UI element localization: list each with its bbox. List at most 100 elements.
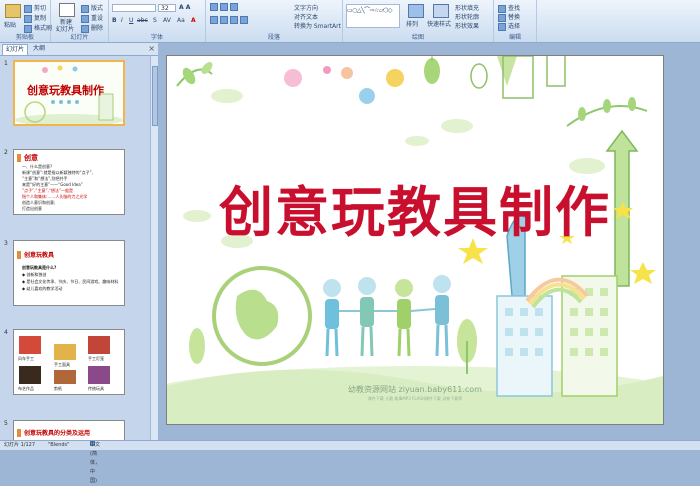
- thumbnail-4-photo: [19, 336, 41, 354]
- clipboard-group: 粘贴 剪切 复制 格式刷 剪贴板: [0, 0, 52, 42]
- shape-outline-button[interactable]: 形状轮廓: [455, 12, 479, 21]
- thumbnail-4-photo: [54, 370, 76, 384]
- thumbnail-3-title: 创意玩教具: [24, 252, 55, 259]
- thumbnail-3-line: ◆ 是社会文化传承、节庆、节日、民间游戏、趣味材料: [22, 279, 119, 284]
- watermark-subtext: 课件下载 儿歌 故事MP3 FLASH课件下载 试卷下载等: [367, 396, 463, 401]
- slide-number-4: 4: [4, 329, 8, 336]
- thumbnail-4-photo: [88, 366, 110, 384]
- slides-group-label: 幻灯片: [70, 34, 89, 41]
- reset-icon: [81, 14, 89, 23]
- thumbnail-3-line: ◆ 创新和独创: [22, 272, 47, 277]
- thumbnail-4-caption: 传统玩具: [88, 386, 104, 391]
- layout-button[interactable]: 版式: [81, 3, 103, 13]
- thumbnail-4-caption: 手工面具: [54, 362, 70, 367]
- quick-styles-icon[interactable]: [433, 4, 449, 18]
- tab-outline[interactable]: 大纲: [30, 44, 48, 54]
- cursor-icon: [498, 22, 506, 31]
- bullets-button[interactable]: [210, 3, 240, 11]
- thumbnail-4-photo: [88, 336, 110, 354]
- slides-group: 新建 幻灯片 版式 重设 删除 幻灯片: [51, 0, 109, 42]
- shadow-button[interactable]: S: [153, 17, 157, 24]
- font-group: 32 A A B I U abc S AV Aa A 字体: [109, 0, 206, 42]
- slide-title[interactable]: 创意玩教具制作: [167, 168, 663, 247]
- editing-group-label: 编辑: [508, 34, 521, 41]
- bold-button[interactable]: B: [112, 17, 117, 24]
- align-center-icon: [220, 16, 228, 24]
- shape-fill-button[interactable]: 形状填充: [455, 3, 479, 12]
- thumbnail-4-caption: 风车手工: [18, 356, 34, 361]
- align-buttons[interactable]: [210, 16, 250, 24]
- paragraph-group-label: 段落: [267, 34, 280, 41]
- font-group-label: 字体: [150, 34, 163, 41]
- quick-styles-button[interactable]: 快速样式: [427, 19, 451, 28]
- arrange-icon[interactable]: [408, 4, 424, 18]
- thumbnail-4-caption: 剪纸: [54, 386, 62, 391]
- select-button[interactable]: 选择: [498, 21, 520, 31]
- slide-number-1: 1: [4, 60, 8, 67]
- indent-icon: [230, 3, 238, 11]
- arrange-button[interactable]: 排列: [406, 19, 418, 28]
- font-color-button[interactable]: A: [191, 17, 196, 24]
- align-text-button[interactable]: 对齐文本: [294, 12, 318, 21]
- italic-button[interactable]: I: [121, 17, 123, 24]
- numbering-icon: [220, 3, 228, 11]
- thumbnail-slide-1[interactable]: 创意玩教具制作: [13, 60, 125, 126]
- close-panel-button[interactable]: ×: [148, 44, 155, 53]
- thumbnail-2-line: 打造出创意: [22, 206, 42, 211]
- shapes-gallery[interactable]: ▭○△╲⌒⇨☆▱⬡◇: [346, 4, 400, 28]
- grow-font-button[interactable]: A A: [179, 4, 190, 11]
- paste-button[interactable]: 粘贴: [4, 20, 16, 29]
- shape-effects-button[interactable]: 形状效果: [455, 21, 479, 30]
- slide-number-5: 5: [4, 420, 8, 427]
- new-slide-icon[interactable]: [59, 3, 75, 17]
- align-right-icon: [230, 16, 238, 24]
- thumbnail-1-title: 创意玩教具制作: [27, 84, 104, 97]
- font-size-combo[interactable]: 32: [158, 4, 176, 12]
- cut-button[interactable]: 剪切: [24, 3, 46, 13]
- paste-icon[interactable]: [5, 4, 21, 18]
- char-spacing-button[interactable]: AV: [163, 17, 171, 24]
- justify-icon: [240, 16, 248, 24]
- tab-slides[interactable]: 幻灯片: [2, 44, 29, 55]
- thumbnail-3-line: 创意玩教具是什么?: [22, 265, 57, 270]
- watermark-text: 幼教资源网站 ziyuan.baby611.com: [348, 385, 482, 394]
- thumbnail-4-caption: 手工灯笼: [88, 356, 104, 361]
- font-name-combo[interactable]: [112, 4, 156, 12]
- thumbnail-4-caption: 布艺作品: [18, 386, 34, 391]
- copy-button[interactable]: 复制: [24, 13, 46, 23]
- slide-number-2: 2: [4, 149, 8, 156]
- thumbnail-2-title: 创意: [24, 153, 38, 162]
- clipboard-group-label: 剪贴板: [15, 34, 34, 41]
- drawing-group-label: 绘图: [411, 34, 424, 41]
- thumbnail-slide-2[interactable]: 创意 一、什么是创意? 新课“创意”:就是指以新颖独特的“点子”, “主意”和“…: [13, 149, 125, 215]
- panel-tabs: 幻灯片 大纲 ×: [0, 43, 158, 56]
- thumbnail-slide-3[interactable]: 创意玩教具 创意玩教具是什么? ◆ 创新和独创 ◆ 是社会文化传承、节庆、节日、…: [13, 240, 125, 306]
- thumbnail-4-photo: [54, 344, 76, 360]
- convert-smartart-button[interactable]: 转换为 SmartArt: [294, 21, 341, 30]
- strikethrough-button[interactable]: abc: [137, 17, 148, 24]
- current-slide[interactable]: 创意玩教具制作 幼教资源网站 ziyuan.baby611.com 课件下载 儿…: [166, 55, 664, 425]
- ribbon: 粘贴 剪切 复制 格式刷 剪贴板 新建 幻灯片 版式 重设 删除 幻灯片 32 …: [0, 0, 700, 43]
- reset-button[interactable]: 重设: [81, 13, 103, 23]
- thumbnail-2-accent: [17, 154, 21, 162]
- change-case-button[interactable]: Aa: [177, 17, 185, 24]
- thumbnail-3-accent: [17, 251, 21, 259]
- text-direction-button[interactable]: 文字方向: [294, 3, 318, 12]
- underline-button[interactable]: U: [129, 17, 133, 24]
- align-left-icon: [210, 16, 218, 24]
- scissors-icon: [24, 4, 32, 13]
- thumbnail-4-photo: [19, 366, 41, 384]
- thumbnail-5-accent: [17, 429, 21, 437]
- paragraph-group: 文字方向 对齐文本 转换为 SmartArt 段落: [206, 0, 343, 42]
- layout-icon: [81, 4, 89, 13]
- thumbnail-slide-5[interactable]: 创意玩教具的分类及运用: [13, 420, 125, 440]
- thumbnail-3-line: ◆ 幼儿喜欢的教学活动: [22, 286, 63, 291]
- bullets-icon: [210, 3, 218, 11]
- slide-thumbnail-panel: 1 创意玩教具制作 2 创意 一、什么是创意? 新课“创意”:就是指以新颖独特的…: [0, 56, 150, 440]
- editing-group: 查找 替换 选择 编辑: [494, 0, 537, 42]
- drawing-group: ▭○△╲⌒⇨☆▱⬡◇ 排列 快速样式 形状填充 形状轮廓 形状效果 绘图: [343, 0, 494, 42]
- thumbnail-slide-4[interactable]: 风车手工 手工面具 手工灯笼 布艺作品 剪纸 传统玩具: [13, 329, 125, 395]
- slide-number-3: 3: [4, 240, 8, 247]
- thumbnail-5-title: 创意玩教具的分类及运用: [24, 430, 91, 437]
- copy-icon: [24, 14, 32, 23]
